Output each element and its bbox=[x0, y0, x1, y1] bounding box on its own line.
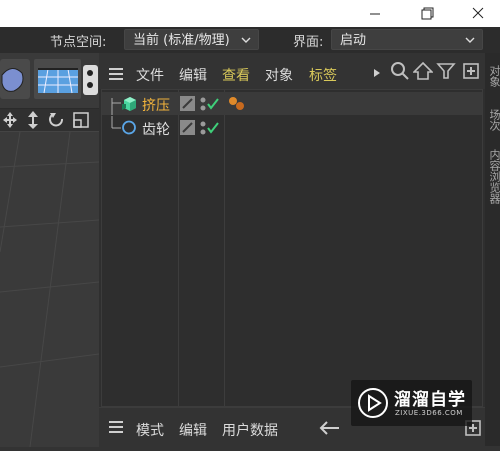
camera-icon[interactable] bbox=[82, 53, 99, 108]
extrude-icon bbox=[122, 97, 136, 111]
spline-pen-icon[interactable] bbox=[0, 53, 32, 108]
primitive-toolbar bbox=[0, 53, 99, 108]
tab-content-browser[interactable]: 内容浏览器 bbox=[486, 149, 500, 204]
gear-spline-icon bbox=[122, 120, 136, 135]
menu-edit[interactable]: 编辑 bbox=[179, 65, 207, 85]
menu-edit-attr[interactable]: 编辑 bbox=[179, 420, 207, 440]
search-icon[interactable] bbox=[390, 61, 410, 81]
options-bar: 节点空间: 当前 (标准/物理) 界面: 启动 bbox=[0, 27, 500, 53]
menu-objects[interactable]: 对象 bbox=[265, 65, 293, 85]
filter-icon[interactable] bbox=[436, 61, 456, 81]
interface-label: 界面: bbox=[293, 35, 324, 50]
hamburger-menu-icon[interactable] bbox=[109, 421, 123, 433]
home-up-icon[interactable] bbox=[413, 61, 433, 81]
interface-select[interactable]: 启动 bbox=[331, 29, 483, 50]
chevron-down-icon bbox=[241, 37, 251, 43]
node-space-label: 节点空间: bbox=[50, 35, 107, 50]
tab-objects[interactable]: 对象 bbox=[486, 65, 500, 87]
object-status bbox=[180, 96, 219, 111]
object-row[interactable]: 齿轮 bbox=[102, 116, 482, 139]
minimize-icon bbox=[370, 13, 380, 15]
window-title-bar bbox=[0, 0, 500, 27]
menu-user-data[interactable]: 用户数据 bbox=[222, 420, 278, 440]
object-name[interactable]: 齿轮 bbox=[142, 119, 170, 139]
right-tab-strip: 对象 场次 内容浏览器 bbox=[485, 53, 500, 446]
close-button[interactable] bbox=[455, 0, 500, 27]
chevron-down-icon bbox=[465, 37, 475, 43]
minimize-button[interactable] bbox=[351, 0, 398, 27]
restore-icon bbox=[421, 7, 434, 20]
object-manager-menu-bar: 文件 编辑 查看 对象 标签 bbox=[99, 53, 485, 89]
watermark: 溜溜自学 ZIXUE.3D66.COM bbox=[351, 380, 472, 426]
more-arrow-icon[interactable] bbox=[372, 67, 382, 79]
close-icon bbox=[472, 7, 484, 19]
watermark-title: 溜溜自学 bbox=[394, 390, 466, 410]
node-space-value: 当前 (标准/物理) bbox=[133, 33, 230, 48]
zoom-view-icon[interactable] bbox=[28, 111, 38, 129]
menu-view[interactable]: 查看 bbox=[222, 65, 250, 85]
tab-takes[interactable]: 场次 bbox=[486, 109, 500, 131]
view-navigation bbox=[0, 109, 99, 131]
object-row[interactable]: 挤压 bbox=[102, 92, 482, 115]
move-view-icon[interactable] bbox=[3, 112, 17, 128]
viewport-grid bbox=[0, 131, 100, 448]
menu-tags[interactable]: 标签 bbox=[309, 65, 337, 85]
back-arrow-icon[interactable] bbox=[317, 420, 341, 436]
hierarchy-line bbox=[111, 98, 121, 115]
watermark-subtitle: ZIXUE.3D66.COM bbox=[395, 409, 463, 417]
maximize-view-icon[interactable] bbox=[73, 112, 89, 128]
viewport-panel bbox=[0, 53, 100, 448]
object-list: 挤压 齿轮 bbox=[101, 89, 483, 407]
watermark-logo-icon bbox=[358, 388, 388, 418]
node-space-select[interactable]: 当前 (标准/物理) bbox=[124, 29, 259, 50]
material-tag-icon[interactable] bbox=[227, 95, 247, 113]
menu-mode[interactable]: 模式 bbox=[136, 420, 164, 440]
interface-value: 启动 bbox=[340, 33, 367, 48]
restore-button[interactable] bbox=[404, 0, 451, 27]
3d-viewport[interactable] bbox=[0, 131, 100, 448]
new-panel-icon[interactable] bbox=[461, 61, 481, 81]
rotate-view-icon[interactable] bbox=[49, 113, 63, 127]
object-name[interactable]: 挤压 bbox=[142, 95, 170, 115]
menu-file[interactable]: 文件 bbox=[136, 65, 164, 85]
hierarchy-line bbox=[111, 116, 121, 129]
object-status bbox=[180, 120, 219, 135]
floor-grid-icon[interactable] bbox=[34, 53, 82, 108]
hamburger-menu-icon[interactable] bbox=[109, 68, 123, 80]
